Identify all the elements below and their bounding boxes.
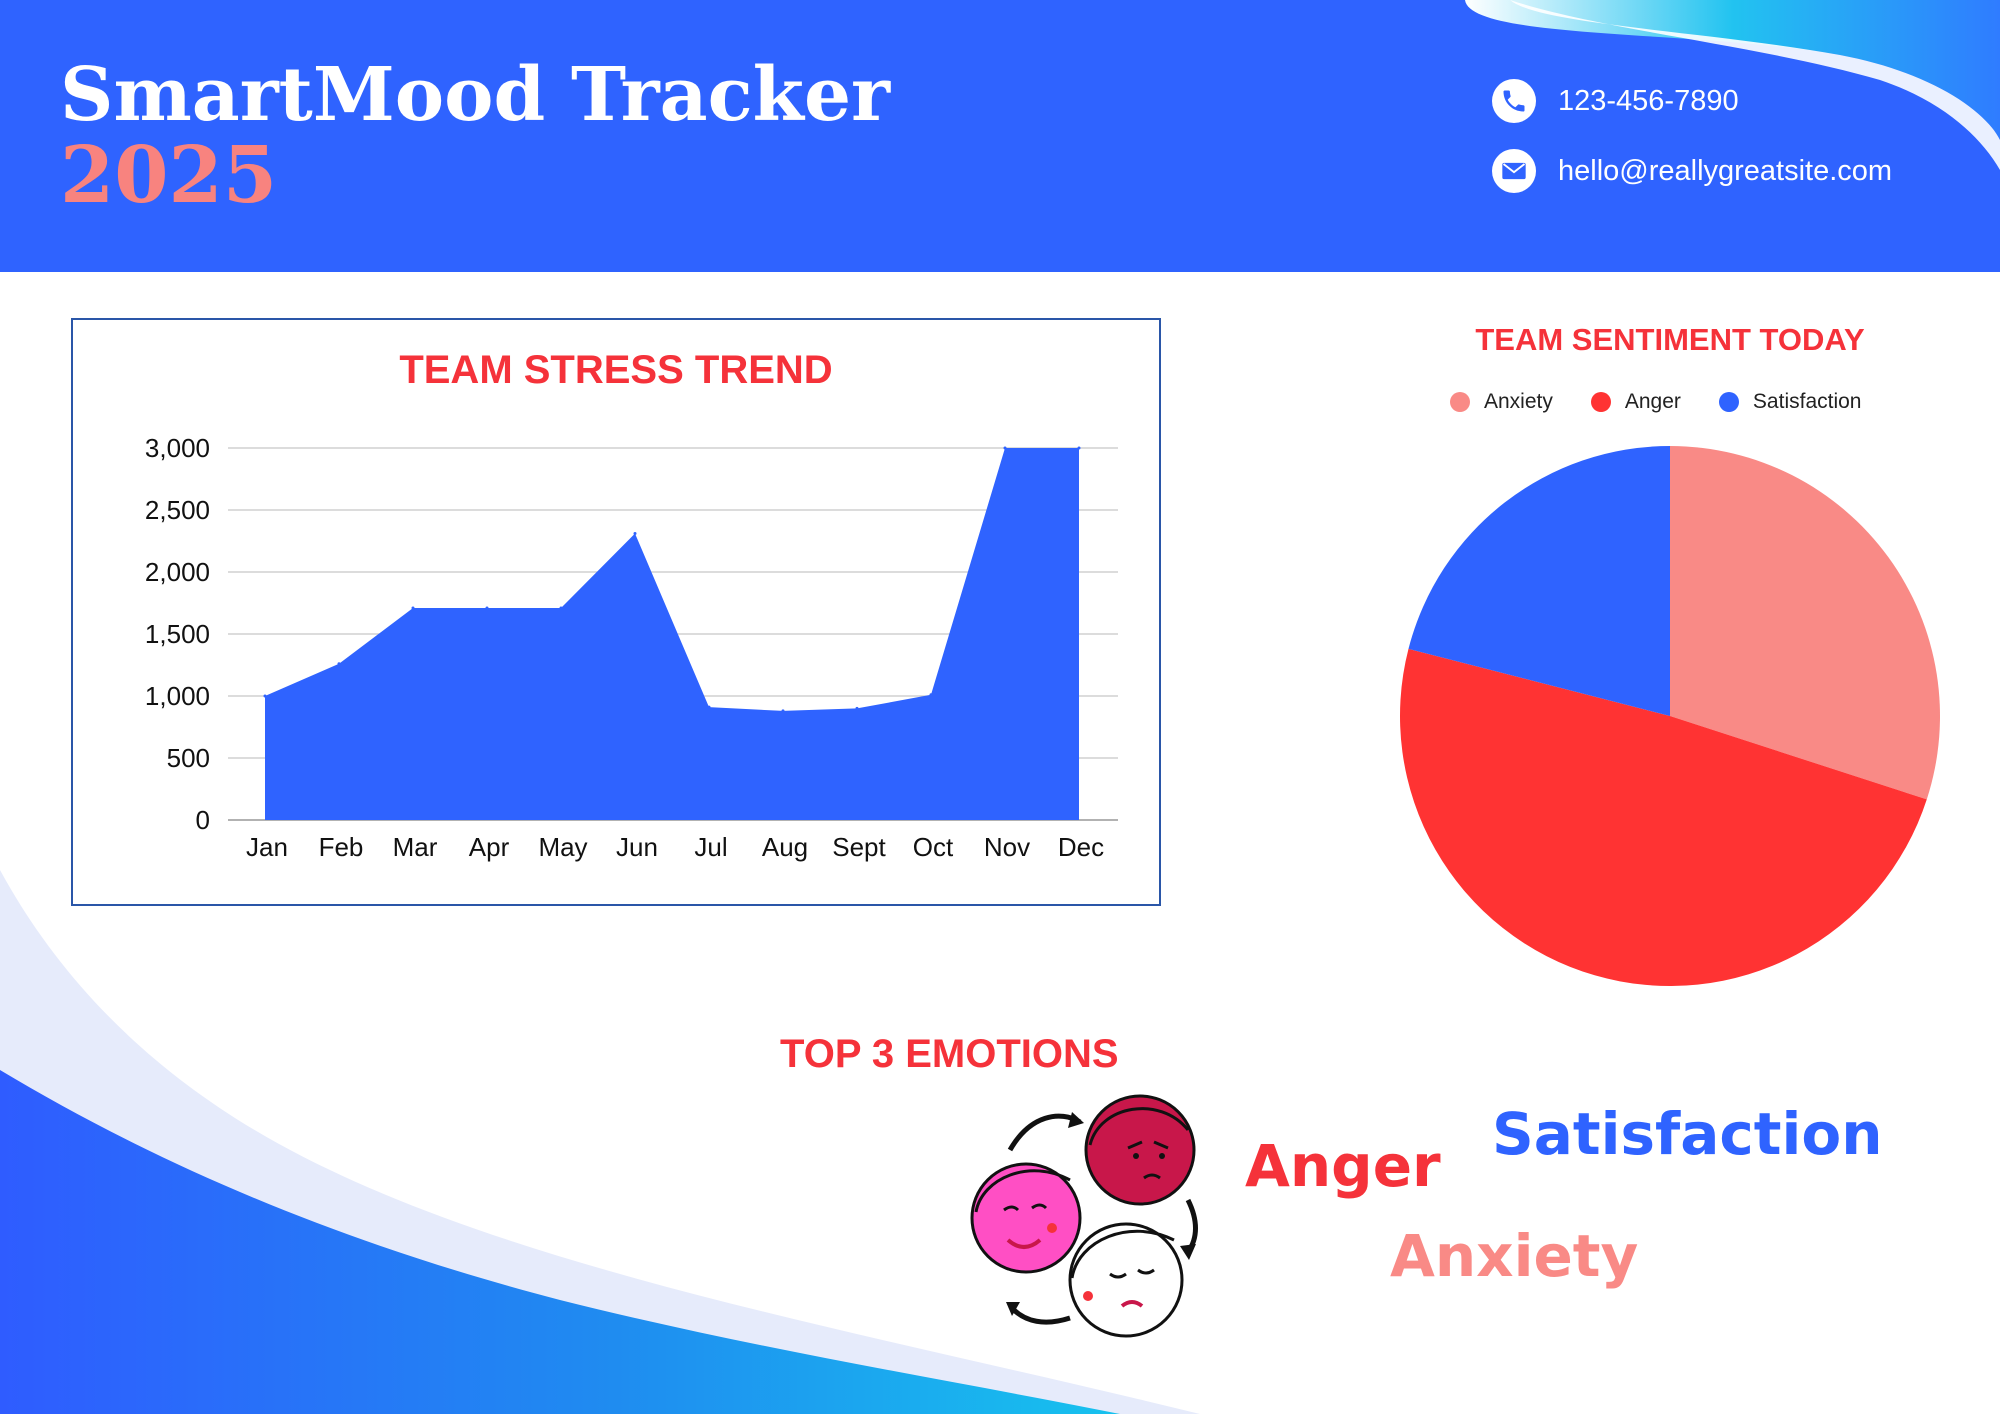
x-tick-label: Apr bbox=[469, 832, 510, 862]
data-point-jul bbox=[707, 705, 711, 709]
y-tick-label: 2,000 bbox=[145, 557, 210, 587]
legend-swatch-satisfaction bbox=[1718, 392, 1739, 412]
emotion-word-anger: Anger bbox=[1245, 1132, 1441, 1200]
x-tick-label: Feb bbox=[319, 832, 364, 862]
legend-swatch-anxiety bbox=[1450, 392, 1470, 412]
page: SmartMood Tracker 2025 123-456-7890 hell… bbox=[0, 0, 2000, 1414]
data-point-jan bbox=[263, 694, 267, 698]
data-point-mar bbox=[411, 606, 415, 610]
stress-area-chart: 0 500 1,000 1,500 2,000 2,500 3,000 Jan Feb Mar Ap… bbox=[145, 433, 1118, 862]
y-tick-label: 0 bbox=[196, 805, 210, 835]
data-point-jun bbox=[633, 532, 637, 536]
data-point-nov bbox=[1003, 446, 1007, 450]
x-tick-label: Jan bbox=[246, 832, 288, 862]
cycle-arrow-icon bbox=[1010, 1306, 1071, 1325]
emotions-title: TOP 3 EMOTIONS bbox=[780, 1032, 1119, 1076]
x-tick-label: Aug bbox=[762, 832, 808, 862]
legend-swatch-anger bbox=[1590, 392, 1611, 412]
angry-face-icon bbox=[1084, 1094, 1196, 1206]
x-tick-label: Dec bbox=[1058, 832, 1104, 862]
stress-chart-title: TEAM STRESS TREND bbox=[399, 348, 833, 392]
sentiment-legend: Anxiety Anger Satisfaction bbox=[1450, 390, 1899, 414]
y-tick-label: 2,500 bbox=[145, 495, 210, 525]
x-tick-label: Jun bbox=[616, 832, 658, 862]
legend-label-satisfaction: Satisfaction bbox=[1752, 390, 1862, 413]
stress-area-series bbox=[265, 448, 1079, 820]
x-tick-label: Oct bbox=[913, 832, 954, 862]
x-tick-label: Nov bbox=[984, 832, 1030, 862]
legend-label-anger: Anger bbox=[1624, 390, 1681, 413]
legend-item-anxiety: Anxiety bbox=[1450, 390, 1553, 414]
emotion-word-anxiety: Anxiety bbox=[1390, 1222, 1639, 1290]
data-point-feb bbox=[337, 662, 341, 666]
cycle-arrow-icon bbox=[1185, 1198, 1198, 1254]
y-tick-label: 500 bbox=[167, 743, 210, 773]
data-point-apr bbox=[485, 606, 489, 610]
stress-chart-panel: 0 500 1,000 1,500 2,000 2,500 3,000 Jan Feb Mar Ap… bbox=[71, 318, 1161, 906]
data-point-oct bbox=[929, 693, 933, 697]
data-point-may bbox=[559, 606, 563, 610]
data-point-dec bbox=[1077, 446, 1081, 450]
sad-face-icon bbox=[1068, 1222, 1184, 1338]
x-tick-label: Sept bbox=[832, 832, 886, 862]
y-tick-label: 1,000 bbox=[145, 681, 210, 711]
sentiment-pie-chart bbox=[1399, 446, 1940, 987]
data-point-aug bbox=[781, 709, 785, 713]
emotion-faces-illustration bbox=[970, 1094, 1198, 1338]
legend-item-anger: Anger bbox=[1590, 390, 1681, 414]
x-tick-label: Jul bbox=[694, 832, 727, 862]
y-tick-label: 3,000 bbox=[145, 433, 210, 463]
x-tick-label: May bbox=[538, 832, 587, 862]
cycle-arrow-icon bbox=[1007, 1113, 1082, 1152]
legend-label-anxiety: Anxiety bbox=[1484, 390, 1553, 413]
data-point-sept bbox=[855, 706, 859, 710]
sentiment-chart-title: TEAM SENTIMENT TODAY bbox=[1475, 322, 1865, 357]
x-tick-label: Mar bbox=[393, 832, 438, 862]
legend-item-satisfaction: Satisfaction bbox=[1718, 390, 1862, 414]
emotion-word-satisfaction: Satisfaction bbox=[1492, 1100, 1883, 1168]
y-tick-label: 1,500 bbox=[145, 619, 210, 649]
happy-face-icon bbox=[970, 1162, 1082, 1274]
